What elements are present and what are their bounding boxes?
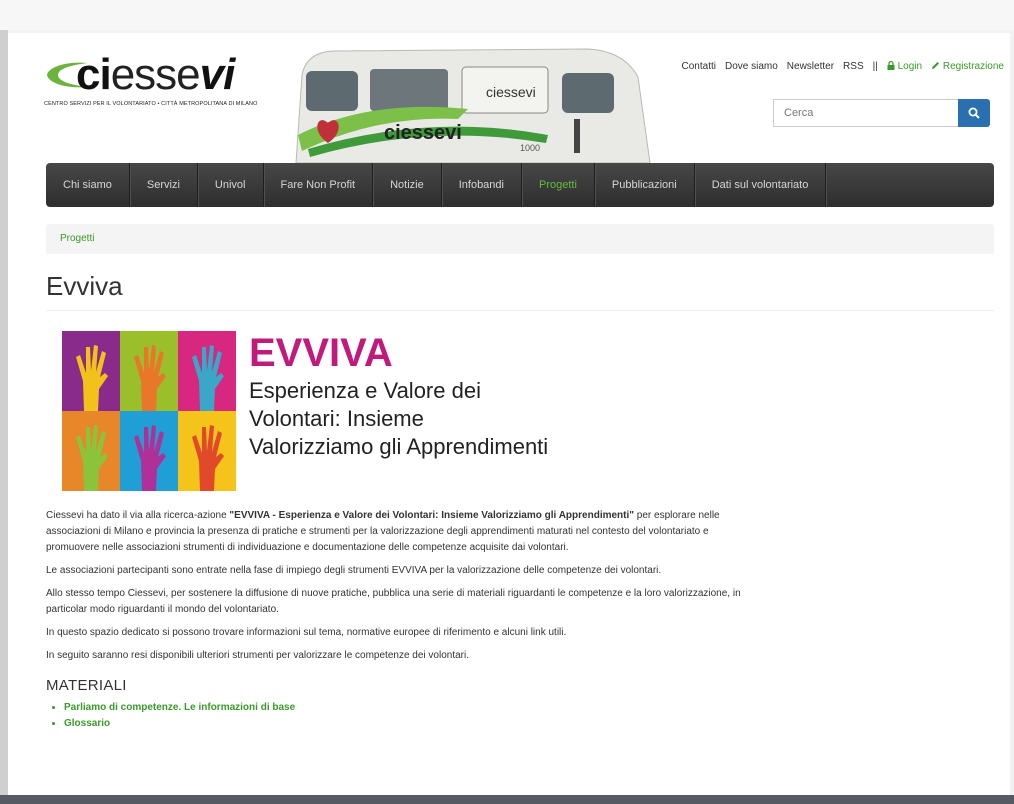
title-divider — [46, 310, 994, 311]
article-body: Ciessevi ha dato il via alla ricerca-azi… — [46, 508, 758, 732]
raised-hand-icon — [76, 345, 108, 411]
top-links: Contatti Dove siamo Newsletter RSS || Lo… — [682, 60, 1004, 72]
window-edge — [0, 30, 8, 804]
logo-part-esse: esse — [110, 50, 201, 99]
materials-heading: MATERIALI — [46, 677, 127, 694]
nav-item-chi-siamo[interactable]: Chi siamo — [46, 163, 130, 207]
nav-item-progetti[interactable]: Progetti — [522, 163, 595, 207]
evviva-subline: Esperienza e Valore dei Volontari: Insie… — [249, 378, 549, 459]
page-title: Evviva — [46, 271, 123, 301]
raised-hand-icon — [134, 345, 166, 411]
van-number: 1000 — [520, 143, 540, 153]
hand-tile — [62, 411, 120, 491]
material-link-competenze[interactable]: Parliamo di competenze. Le informazioni … — [64, 700, 758, 716]
paragraph-2: Le associazioni partecipanti sono entrat… — [46, 565, 662, 576]
evviva-headline: EVVIVA — [249, 331, 393, 375]
link-registrazione[interactable]: Registrazione — [931, 61, 1004, 72]
raised-hand-icon — [192, 425, 224, 491]
link-newsletter[interactable]: Newsletter — [787, 61, 834, 72]
van-illustration: ciessevi ciessevi 1000 — [288, 39, 656, 163]
link-dove-siamo[interactable]: Dove siamo — [725, 61, 778, 72]
nav-item-univol[interactable]: Univol — [198, 163, 264, 207]
link-rss[interactable]: RSS — [843, 61, 864, 72]
nav-item-notizie[interactable]: Notizie — [373, 163, 442, 207]
paragraph-3: Allo stesso tempo Ciessevi, per sostener… — [46, 588, 741, 615]
search-button[interactable] — [958, 99, 990, 127]
web-page: ciessevi CENTRO SERVIZI PER IL VOLONTARI… — [8, 33, 1010, 803]
breadcrumb: Progetti — [46, 224, 994, 254]
site-logo[interactable]: ciessevi CENTRO SERVIZI PER IL VOLONTARI… — [44, 50, 274, 108]
raised-hand-icon — [76, 425, 108, 491]
hand-tile — [62, 331, 120, 411]
search-form — [773, 99, 994, 127]
nav-item-fare-non-profit[interactable]: Fare Non Profit — [264, 163, 374, 207]
materials-list: Parliamo di competenze. Le informazioni … — [46, 700, 758, 732]
hand-tile — [178, 411, 236, 491]
logo-part-ci: ci — [76, 50, 112, 99]
material-link-glossario[interactable]: Glossario — [64, 716, 758, 732]
pencil-icon — [932, 62, 940, 69]
van-window-logo: ciessevi — [486, 84, 536, 100]
link-contatti[interactable]: Contatti — [682, 61, 716, 72]
evviva-banner-text: EVVIVA Esperienza e Valore dei Volontari… — [249, 333, 549, 461]
paragraph-4: In questo spazio dedicato si possono tro… — [46, 627, 567, 638]
registrazione-label: Registrazione — [942, 61, 1004, 72]
login-label: Login — [897, 61, 923, 72]
paragraph-intro: Ciessevi ha dato il via alla ricerca-azi… — [46, 508, 758, 556]
breadcrumb-link-progetti[interactable]: Progetti — [60, 233, 94, 244]
nav-item-pubblicazioni[interactable]: Pubblicazioni — [595, 163, 695, 207]
nav-item-servizi[interactable]: Servizi — [130, 163, 198, 207]
intro-text-start: Ciessevi ha dato il via alla ricerca-azi… — [46, 510, 230, 521]
browser-top-area — [0, 0, 1014, 30]
hand-tile — [120, 411, 178, 491]
logo-wordmark: ciessevi — [76, 50, 236, 99]
link-login[interactable]: Login — [887, 60, 923, 72]
van-side-logo: ciessevi — [384, 122, 462, 144]
raised-hand-icon — [192, 345, 224, 411]
logo-part-vi: vi — [199, 50, 236, 99]
nav-item-dati-sul-volontariato[interactable]: Dati sul volontariato — [695, 163, 827, 207]
hand-tile — [178, 331, 236, 411]
hand-tile — [120, 331, 178, 411]
lock-icon — [887, 60, 895, 70]
separator: || — [872, 61, 878, 72]
raised-hand-icon — [134, 425, 166, 491]
paragraph-5: In seguito saranno resi disponibili ulte… — [46, 650, 469, 661]
search-input[interactable] — [773, 99, 958, 127]
logo-tagline: CENTRO SERVIZI PER IL VOLONTARIATO • CIT… — [44, 101, 258, 107]
nav-item-infobandi[interactable]: Infobandi — [442, 163, 522, 207]
main-nav: Chi siamo Servizi Univol Fare Non Profit… — [46, 163, 994, 207]
intro-project-name: "EVVIVA - Esperienza e Valore dei Volont… — [229, 510, 635, 521]
evviva-hands-image — [62, 331, 236, 491]
taskbar — [0, 795, 1014, 804]
search-icon — [968, 107, 980, 119]
